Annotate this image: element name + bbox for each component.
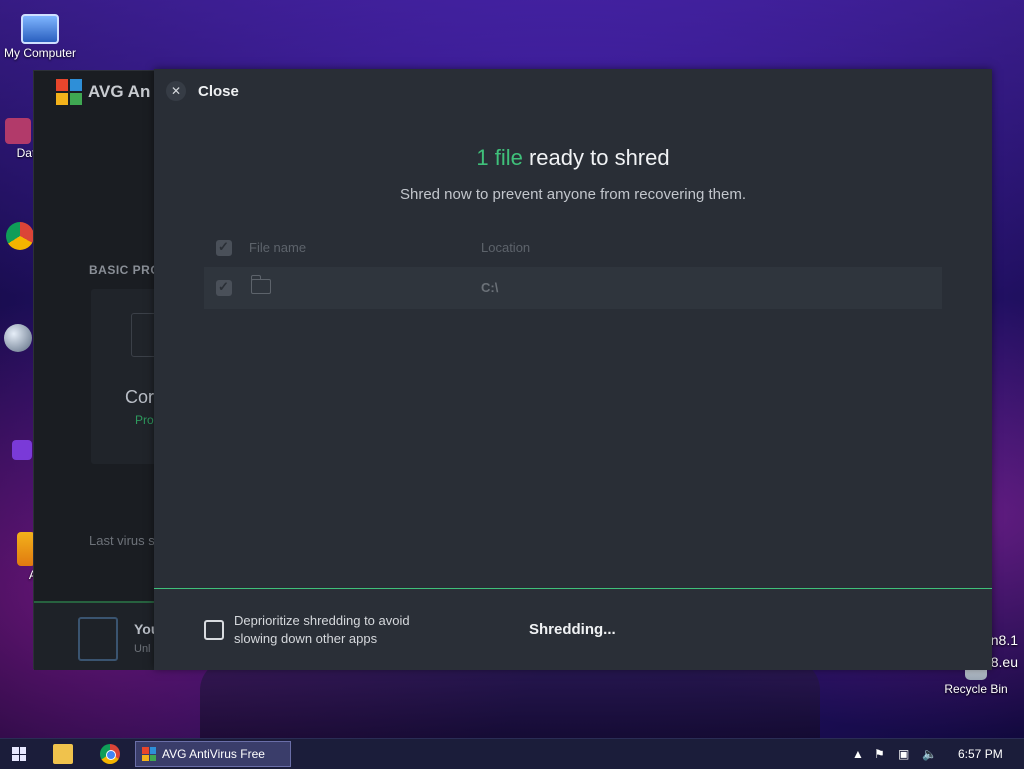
headline-text: ready to shred [522, 145, 670, 170]
network-icon[interactable]: ▣ [898, 739, 909, 769]
taskbar-app-avg[interactable]: AVG AntiVirus Free [135, 741, 291, 767]
checkbox-box[interactable] [204, 620, 224, 640]
table-header: File name Location [204, 234, 942, 262]
app-icon [5, 118, 31, 144]
card-status: Pro [135, 413, 154, 427]
start-button[interactable] [0, 739, 40, 769]
avg-logo-text: AVG An [88, 82, 151, 101]
row-checkbox[interactable] [216, 279, 232, 296]
dialog-headline: 1 file ready to shred [154, 145, 992, 171]
taskbar: AVG AntiVirus Free ▲ ⚑ ▣ 🔈 6:57 PM [0, 738, 1024, 769]
wallpaper-road [200, 660, 820, 740]
computer-icon [21, 14, 59, 44]
last-scan-text: Last virus s [89, 533, 155, 548]
dialog-subline: Shred now to prevent anyone from recover… [399, 186, 747, 203]
close-label: Close [198, 82, 239, 100]
file-table: File name Location C:\ [204, 234, 942, 309]
watermark-text: n8.1 [990, 632, 1018, 648]
app-icon [12, 440, 32, 460]
chrome-icon [6, 222, 34, 250]
taskbar-app-label: AVG AntiVirus Free [162, 747, 265, 761]
avg-logo: AVG An [56, 79, 150, 105]
card-title: Cor [125, 387, 155, 407]
file-count: 1 file [476, 145, 523, 170]
dialog-footer: Deprioritize shredding to avoid slowing … [154, 588, 992, 670]
file-explorer-icon[interactable] [53, 744, 73, 764]
select-all-checkbox[interactable] [216, 239, 232, 256]
deprioritize-checkbox[interactable]: Deprioritize shredding to avoid slowing … [204, 612, 444, 648]
close-button[interactable]: ✕ Close [166, 81, 239, 101]
taskbar-clock[interactable]: 6:57 PM [958, 739, 1003, 769]
globe-icon [4, 324, 32, 352]
desktop-icon-my-computer[interactable]: My Computer [0, 10, 80, 60]
show-hidden-icons-chevron-icon[interactable]: ▲ [852, 739, 864, 769]
desktop-icon-label: My Computer [3, 46, 77, 60]
basic-protection-heading: BASIC PRO [89, 263, 161, 277]
avg-logo-icon [56, 79, 82, 105]
shredder-dialog: ✕ Close 1 file ready to shred Shred now … [154, 69, 992, 670]
windows-icon [12, 747, 26, 761]
gift-icon [78, 617, 118, 661]
action-center-flag-icon[interactable]: ⚑ [874, 739, 885, 769]
close-icon: ✕ [166, 81, 186, 101]
folder-icon [250, 275, 271, 294]
banner-subtitle: Unl [134, 643, 151, 655]
desktop-icon-label: Recycle Bin [944, 682, 1008, 696]
deprioritize-label: Deprioritize shredding to avoid slowing … [234, 613, 410, 646]
chrome-icon[interactable] [100, 744, 120, 764]
row-location: C:\ [481, 280, 499, 295]
volume-muted-icon[interactable]: 🔈 [922, 739, 937, 769]
column-header-location: Location [481, 240, 531, 255]
avg-icon [142, 747, 156, 761]
shredding-status: Shredding... [529, 621, 616, 638]
table-row[interactable]: C:\ [204, 267, 942, 309]
watermark-text: 8.eu [990, 654, 1018, 670]
column-header-file-name: File name [249, 240, 307, 255]
